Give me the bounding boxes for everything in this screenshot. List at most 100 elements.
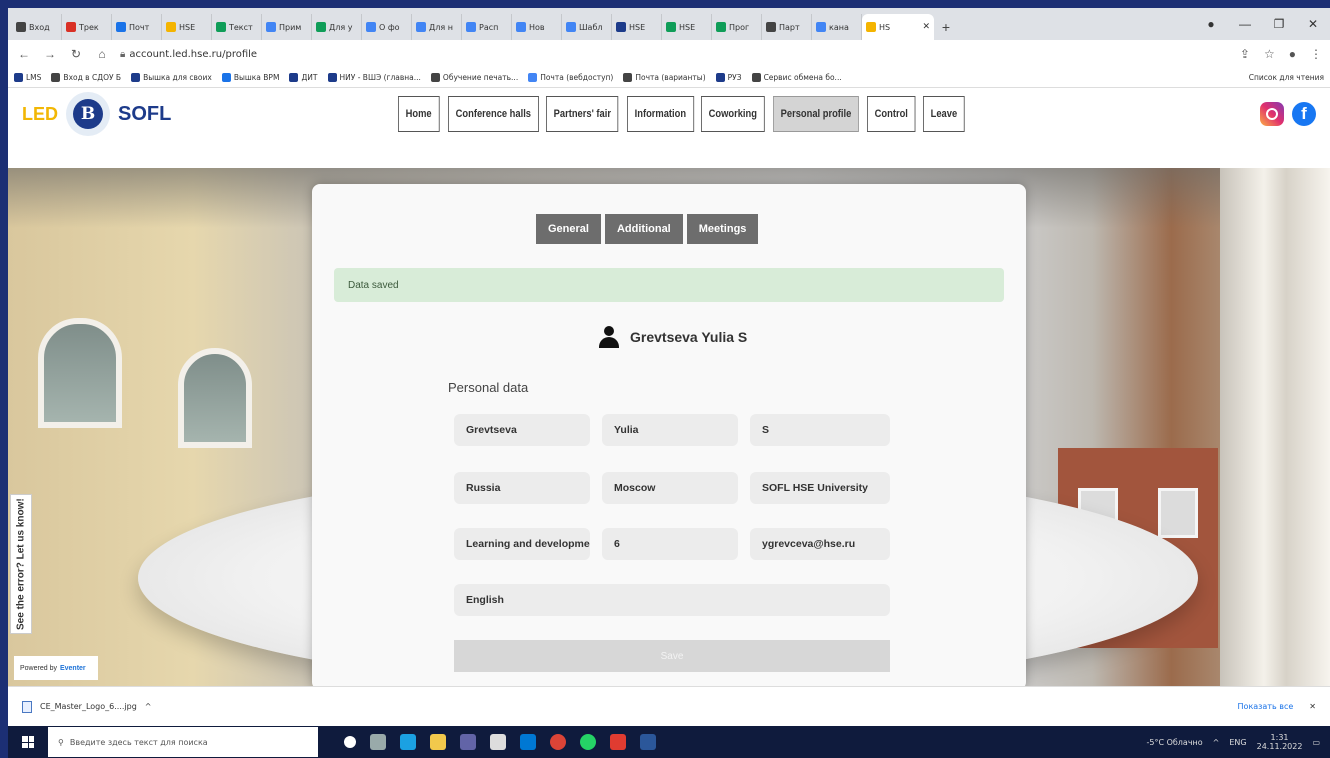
bookmark-star-icon[interactable]: ☆ [1264,47,1275,61]
menu-icon[interactable]: ⋮ [1310,47,1322,61]
chevron-up-icon[interactable]: ^ [145,702,152,711]
forward-icon[interactable]: → [42,47,58,61]
task-view-icon[interactable] [370,734,386,750]
download-item[interactable]: CE_Master_Logo_6....jpg [40,702,137,711]
browser-tab[interactable]: HSE [662,14,712,40]
close-window-button[interactable]: ✕ [1296,17,1330,31]
weather-widget[interactable]: -5°C Облачно [1146,738,1202,747]
tab-active[interactable]: HS ✕ [862,14,934,40]
share-icon[interactable]: ⇪ [1240,47,1250,61]
profile-icon[interactable]: ● [1194,17,1228,31]
favicon-icon [416,22,426,32]
country-field[interactable]: Russia [454,472,590,504]
reading-list[interactable]: Список для чтения [1249,73,1324,82]
bookmark-item[interactable]: LMS [14,73,41,82]
nav-home[interactable]: Home [398,96,440,132]
home-icon[interactable]: ⌂ [94,47,110,61]
tab-label: О фо [379,22,400,32]
close-icon[interactable]: ✕ [1309,702,1316,711]
search-placeholder: Введите здесь текст для поиска [69,737,208,747]
whatsapp-icon[interactable] [580,734,596,750]
nav-information[interactable]: Information [626,96,694,132]
nav-leave[interactable]: Leave [923,96,966,132]
bookmark-item[interactable]: Обучение печать... [430,73,518,82]
browser-tab[interactable]: Почт [112,14,162,40]
browser-tab[interactable]: Прог [712,14,762,40]
bookmark-item[interactable]: Почта (варианты) [623,73,706,82]
browser-tab[interactable]: Вход [12,14,62,40]
minimize-button[interactable]: — [1228,17,1262,31]
show-all-button[interactable]: Показать все [1238,702,1294,711]
explorer-icon[interactable] [430,734,446,750]
windows-icon [22,736,34,748]
department-field[interactable]: Learning and developme [454,528,590,560]
browser-tab[interactable]: Для н [412,14,462,40]
browser-tab[interactable]: Прим [262,14,312,40]
bookmark-item[interactable]: НИУ - ВШЭ (главна... [327,73,421,82]
bookmark-item[interactable]: Вышка ВРМ [221,73,279,82]
organization-field[interactable]: SOFL HSE University [750,472,890,504]
last-name-field[interactable]: Grevtseva [454,414,590,446]
new-tab-button[interactable]: + [934,14,958,40]
browser-tab[interactable]: Нов [512,14,562,40]
bookmark-item[interactable]: Вход в СДОУ Б [51,73,121,82]
bookmark-item[interactable]: ДИТ [289,73,318,82]
acrobat-icon[interactable] [610,734,626,750]
browser-tab[interactable]: О фо [362,14,412,40]
nav-conference-halls[interactable]: Conference halls [447,96,539,132]
tab-meetings[interactable]: Meetings [686,214,759,244]
address-bar[interactable]: 🔒︎ account.led.hse.ru/profile [120,49,257,60]
instagram-icon[interactable] [1260,102,1284,126]
edge-icon[interactable] [400,734,416,750]
taskbar-search[interactable]: ⚲ Введите здесь текст для поиска [48,727,318,757]
reload-icon[interactable]: ↻ [68,47,84,61]
browser-tab[interactable]: Расп [462,14,512,40]
tab-additional[interactable]: Additional [604,214,683,244]
browser-tab[interactable]: Шабл [562,14,612,40]
middle-name-field[interactable]: S [750,414,890,446]
cortana-icon[interactable] [344,736,356,748]
nav-partners-fair[interactable]: Partners' fair [546,96,619,132]
browser-tab[interactable]: Трек [62,14,112,40]
start-button[interactable] [8,736,48,748]
clock[interactable]: 1:31 24.11.2022 [1257,733,1303,751]
browser-tab[interactable]: Для у [312,14,362,40]
language-field[interactable]: English [454,584,890,616]
back-icon[interactable]: ← [16,47,32,61]
word-icon[interactable] [640,734,656,750]
email-field[interactable]: ygrevceva@hse.ru [750,528,890,560]
bookmark-item[interactable]: Сервис обмена бо... [751,73,842,82]
teams-icon[interactable] [460,734,476,750]
feedback-tab[interactable]: See the error? Let us know! [10,494,32,634]
notifications-icon[interactable]: ▭ [1312,738,1320,747]
powered-by-badge[interactable]: Powered by Eventer [14,656,98,680]
nav-coworking[interactable]: Coworking [701,96,765,132]
number-field[interactable]: 6 [602,528,738,560]
store-icon[interactable] [490,734,506,750]
maximize-button[interactable]: ❐ [1262,17,1296,31]
browser-tab[interactable]: HSE [162,14,212,40]
browser-tab[interactable]: кана [812,14,862,40]
browser-tab[interactable]: Текст [212,14,262,40]
chrome-icon[interactable] [550,734,566,750]
chevron-up-icon[interactable]: ^ [1213,738,1220,747]
bookmark-item[interactable]: РУЗ [715,73,742,82]
city-field[interactable]: Moscow [602,472,738,504]
bookmark-item[interactable]: Почта (вебдоступ) [528,73,613,82]
facebook-icon[interactable]: f [1292,102,1316,126]
language-indicator[interactable]: ENG [1229,738,1246,747]
sofl-logo: SOFL [118,102,172,125]
browser-tab[interactable]: HSE [612,14,662,40]
extension-icon[interactable]: ● [1289,47,1296,61]
save-button[interactable]: Save [454,640,890,672]
browser-tab[interactable]: Парт [762,14,812,40]
nav-personal-profile[interactable]: Personal profile [772,96,859,132]
tab-general[interactable]: General [536,214,601,244]
close-tab-icon[interactable]: ✕ [922,22,930,32]
mail-icon[interactable] [520,734,536,750]
nav-control[interactable]: Control [867,96,916,132]
bookmark-item[interactable]: Вышка для своих [131,73,212,82]
first-name-field[interactable]: Yulia [602,414,738,446]
site-logo[interactable]: LED B SOFL [22,92,171,136]
social-links: f [1260,102,1316,126]
